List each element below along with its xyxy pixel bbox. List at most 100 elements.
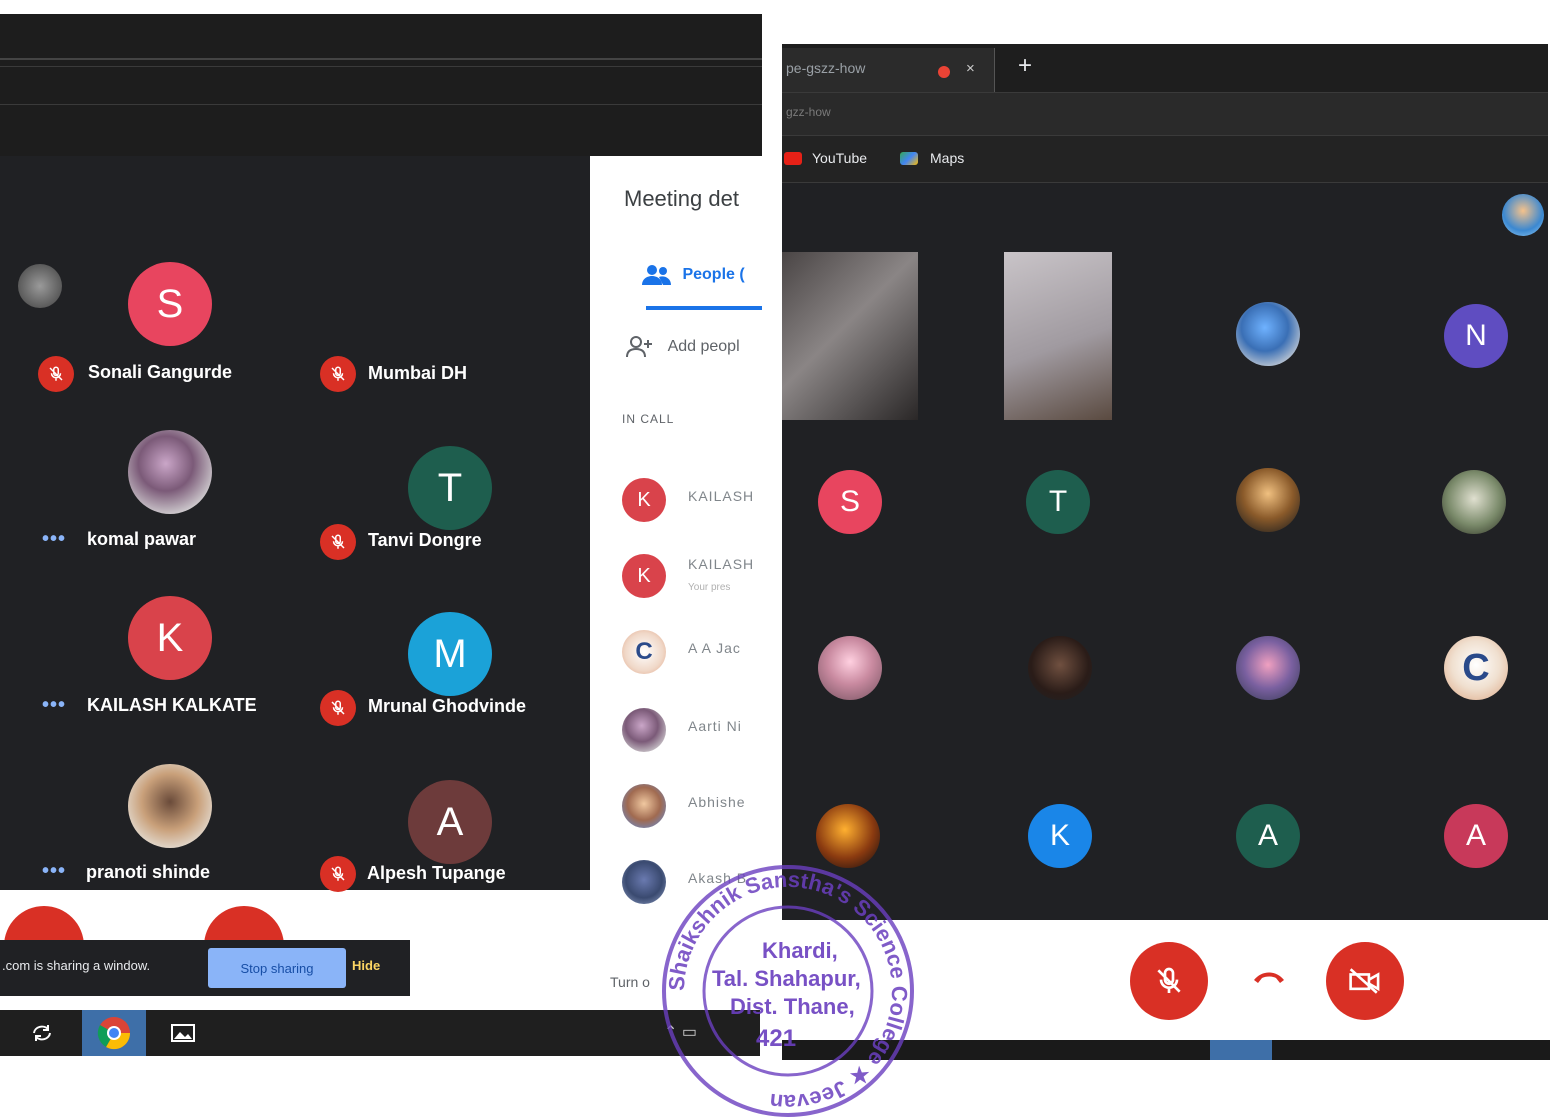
participant-photo-avatar (1028, 636, 1092, 700)
participant-avatar: N (1444, 304, 1508, 368)
windows-taskbar: ⌃ ▭ (0, 1010, 760, 1056)
mic-off-icon (320, 856, 356, 892)
participant-avatar: S (818, 470, 882, 534)
mic-off-icon (320, 690, 356, 726)
more-options-icon[interactable]: ••• (42, 694, 66, 717)
people-list-item[interactable]: Aarti Ni (622, 708, 762, 752)
people-list-item[interactable]: Abhishe (622, 784, 762, 828)
hide-button[interactable]: Hide (352, 958, 380, 973)
participant-avatar: A (1444, 804, 1508, 868)
tab-title: pe-gszz-how (786, 60, 866, 76)
people-icon (642, 265, 671, 285)
photos-taskbar-icon[interactable] (170, 1020, 196, 1046)
participant-name: pranoti shinde (86, 862, 211, 882)
panel-title: Meeting det (624, 186, 739, 211)
add-people-button[interactable]: Add peopl (626, 336, 740, 358)
tab-people[interactable]: People ( (642, 264, 745, 286)
participant-name: KAILASH KALKATE (87, 695, 257, 715)
turn-on-captions-label[interactable]: Turn o (610, 974, 650, 990)
person-subtitle: Your pres (688, 582, 731, 593)
camera-toggle-button[interactable] (1326, 942, 1404, 1020)
task-view-icon[interactable] (28, 1020, 56, 1046)
maps-icon (900, 152, 918, 165)
seal-line-2: Tal. Shahapur, (712, 966, 861, 991)
participant-avatar: K (128, 596, 212, 680)
hang-up-icon (1254, 972, 1284, 983)
person-avatar: C (622, 630, 666, 674)
mic-off-icon (320, 356, 356, 392)
more-options-icon[interactable]: ••• (42, 528, 66, 551)
participant-name: Mumbai DH (368, 363, 467, 383)
microphone-toggle-button[interactable] (1130, 942, 1208, 1020)
participant-video-tile (782, 252, 918, 420)
participant-photo-avatar (128, 430, 212, 514)
chrome-taskbar-button[interactable] (82, 1010, 146, 1056)
left-meet-window: S Sonali Gangurde Mumbai DH ••• komal pa… (0, 14, 762, 1060)
tab-people-label: People ( (682, 266, 745, 284)
participant-avatar: C (1444, 636, 1508, 700)
participant-photo-avatar (1236, 636, 1300, 700)
participant-name: Alpesh Tupange (367, 863, 506, 883)
participant-avatar: A (408, 780, 492, 864)
chrome-icon (97, 1017, 131, 1050)
screen-sharing-bar: .com is sharing a window. Stop sharing H… (0, 940, 410, 996)
person-photo-avatar (622, 708, 666, 752)
add-people-label: Add peopl (667, 338, 740, 356)
left-browser-chrome (0, 14, 762, 156)
stop-sharing-button[interactable]: Stop sharing (208, 948, 346, 988)
bookmark-maps[interactable]: Maps (930, 150, 964, 166)
person-avatar: K (622, 554, 666, 598)
participant-photo-avatar (818, 636, 882, 700)
address-url: gzz-how (786, 105, 831, 119)
people-list-item[interactable]: C A A Jac (622, 630, 762, 674)
participant-video-tile (1004, 252, 1112, 420)
active-tab-indicator (646, 306, 762, 310)
person-name: KAILASH (688, 488, 755, 504)
person-name: Abhishe (688, 794, 746, 810)
sharing-notice: .com is sharing a window. (2, 958, 151, 973)
account-avatar[interactable] (1502, 194, 1544, 236)
participant-photo-avatar (816, 804, 880, 868)
participant-photo-avatar (128, 764, 212, 848)
people-list-item[interactable]: K KAILASH (622, 478, 762, 522)
participant-avatar: T (408, 446, 492, 530)
participant-avatar: A (1236, 804, 1300, 868)
person-name: A A Jac (688, 640, 741, 656)
people-list-item[interactable]: K KAILASH Your pres (622, 554, 762, 598)
participant-name: Mrunal Ghodvinde (368, 696, 527, 716)
camera-off-icon (1349, 968, 1380, 994)
participant-photo-avatar (1236, 468, 1300, 532)
seal-line-4: 421 (756, 1025, 796, 1052)
bookmark-youtube[interactable]: YouTube (812, 150, 867, 166)
person-photo-avatar (622, 784, 666, 828)
in-call-heading: IN CALL (622, 412, 675, 426)
participant-photo-avatar (1442, 470, 1506, 534)
chrome-taskbar-button[interactable] (1210, 1040, 1272, 1060)
right-meet-window: pe-gszz-how × + gzz-how YouTube Maps N S… (782, 44, 1548, 920)
self-preview-bubble[interactable] (18, 264, 62, 308)
seal-line-3: Dist. Thane, (730, 994, 855, 1019)
new-tab-button[interactable]: + (1018, 52, 1032, 80)
participant-name: Tanvi Dongre (368, 530, 482, 550)
bookmarks-bar: YouTube Maps (782, 136, 1548, 183)
mic-off-icon (38, 356, 74, 392)
mic-off-icon (320, 524, 356, 560)
participant-avatar: M (408, 612, 492, 696)
participant-avatar: S (128, 262, 212, 346)
participant-name: komal pawar (87, 529, 197, 549)
end-call-button[interactable] (1252, 970, 1286, 984)
close-tab-icon[interactable]: × (966, 60, 975, 77)
youtube-icon (784, 152, 802, 165)
person-name: KAILASH (688, 556, 755, 572)
college-stamp-seal: Shaikshnik Sanstha's Science College ★ J… (662, 865, 914, 1117)
participant-avatar: K (1028, 804, 1092, 868)
participant-name: Sonali Gangurde (88, 362, 233, 382)
seal-line-1: Khardi, (762, 938, 838, 963)
address-bar[interactable]: gzz-how (782, 92, 1548, 136)
left-participant-grid: S Sonali Gangurde Mumbai DH ••• komal pa… (0, 156, 590, 892)
participant-photo-avatar (1236, 302, 1300, 366)
mic-off-icon (1157, 967, 1181, 993)
participant-avatar: T (1026, 470, 1090, 534)
browser-tab[interactable]: pe-gszz-how × (782, 48, 995, 92)
more-options-icon[interactable]: ••• (42, 860, 66, 883)
